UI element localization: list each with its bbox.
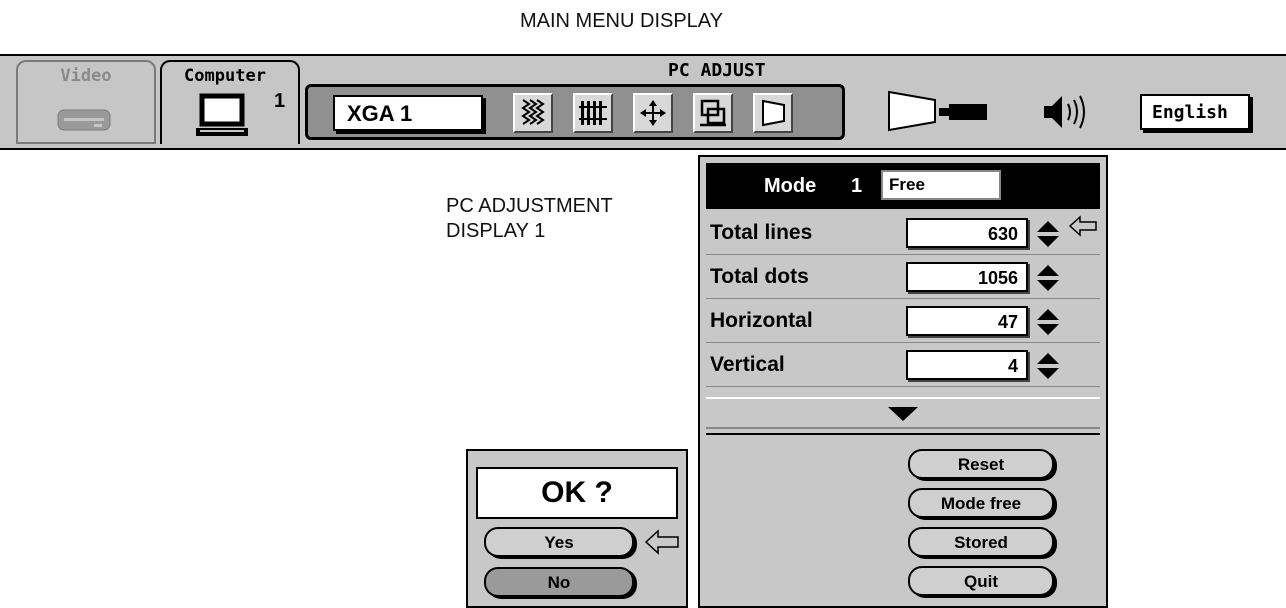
tab-computer-label: Computer	[184, 66, 266, 86]
row-total-dots[interactable]: Total dots 1056	[706, 255, 1100, 299]
computer-number: 1	[274, 90, 286, 112]
no-button[interactable]: No	[484, 567, 634, 597]
tab-video[interactable]: Video	[16, 60, 156, 144]
mode-value-field[interactable]: Free	[881, 170, 1001, 200]
main-menu-bar: Video Computer 1 PC ADJUST XGA 1 English	[0, 54, 1286, 150]
tab-computer[interactable]: Computer 1	[160, 60, 300, 144]
multi-window-icon	[700, 99, 726, 127]
keystone-icon	[762, 99, 785, 127]
row-label: Total lines	[710, 221, 813, 244]
total-lines-value[interactable]: 630	[906, 218, 1028, 248]
position-button[interactable]	[633, 93, 673, 133]
confirm-title: OK ?	[476, 467, 678, 519]
vcr-icon	[57, 109, 111, 131]
monitor-icon	[196, 93, 248, 136]
row-horizontal[interactable]: Horizontal 47	[706, 299, 1100, 343]
sync-button[interactable]	[513, 93, 553, 133]
multi-window-button[interactable]	[693, 93, 733, 133]
panel-title: PC ADJUST	[668, 60, 766, 81]
mode-number: 1	[851, 175, 863, 197]
fine-sync-icon	[579, 101, 607, 125]
confirm-dialog: OK ? Yes No	[466, 449, 688, 608]
mode-label: Mode	[764, 175, 817, 197]
row-total-lines[interactable]: Total lines 630	[706, 211, 1100, 255]
scroll-down-icon	[888, 407, 918, 421]
up-down-arrows-icon[interactable]	[1036, 220, 1060, 248]
language-selector[interactable]: English	[1140, 94, 1250, 130]
position-icon	[640, 100, 666, 126]
stored-button[interactable]: Stored	[908, 527, 1054, 557]
divider	[706, 433, 1100, 435]
main-menu-caption: MAIN MENU DISPLAY	[520, 10, 723, 32]
up-down-arrows-icon[interactable]	[1036, 308, 1060, 336]
vertical-value[interactable]: 4	[906, 350, 1028, 380]
pc-adjust-caption-line1: PC ADJUSTMENT	[446, 195, 613, 217]
yes-button[interactable]: Yes	[484, 527, 634, 557]
row-label: Horizontal	[710, 309, 813, 332]
pointer-arrow-icon	[644, 529, 679, 555]
row-vertical[interactable]: Vertical 4	[706, 343, 1100, 387]
horizontal-value[interactable]: 47	[906, 306, 1028, 336]
up-down-arrows-icon[interactable]	[1036, 352, 1060, 380]
sync-icon	[521, 99, 545, 125]
speaker-icon[interactable]	[1040, 92, 1100, 132]
mode-header: Mode 1 Free	[706, 163, 1100, 209]
keystone-button[interactable]	[753, 93, 793, 133]
pc-adjust-toolbar: XGA 1	[305, 84, 845, 140]
projector-icon[interactable]	[885, 86, 995, 136]
row-label: Vertical	[710, 353, 785, 376]
up-down-arrows-icon[interactable]	[1036, 264, 1060, 292]
reset-button[interactable]: Reset	[908, 449, 1054, 479]
pc-adjust-caption-line2: DISPLAY 1	[446, 220, 546, 242]
fine-sync-button[interactable]	[573, 93, 613, 133]
quit-button[interactable]: Quit	[908, 566, 1054, 596]
scroll-more-row[interactable]	[706, 397, 1100, 429]
pointer-arrow-icon	[1068, 215, 1097, 237]
row-label: Total dots	[710, 265, 809, 288]
total-dots-value[interactable]: 1056	[906, 262, 1028, 292]
tab-video-label: Video	[60, 66, 112, 86]
mode-free-button[interactable]: Mode free	[908, 488, 1054, 518]
source-name: XGA 1	[333, 95, 483, 131]
pc-adjust-panel: Mode 1 Free Total lines 630 Total dots 1…	[698, 155, 1108, 608]
